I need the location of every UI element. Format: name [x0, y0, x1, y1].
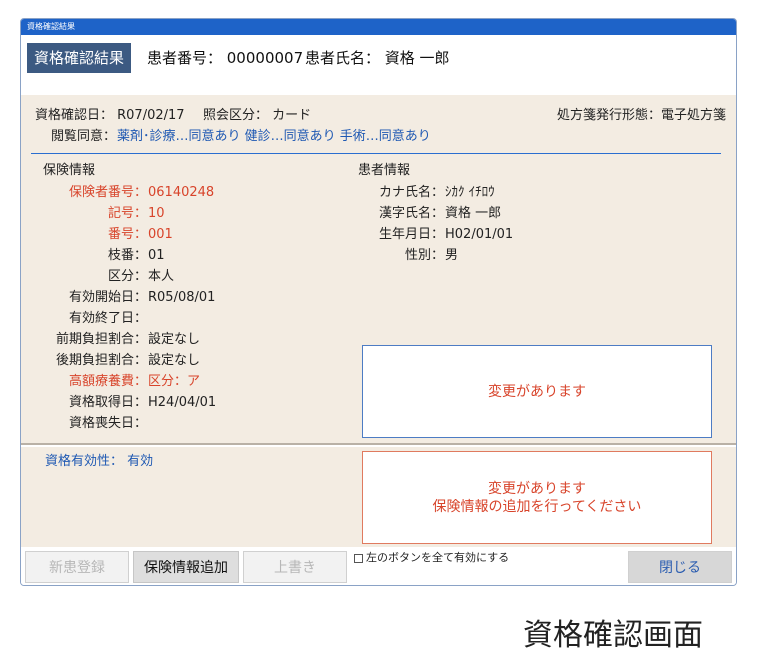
insurance-row-value: H24/04/01: [148, 395, 217, 410]
insurance-row-value: 06140248: [148, 185, 215, 200]
window-titlebar[interactable]: 資格確認結果: [21, 19, 736, 35]
consent-values: 薬剤･診療…同意あり 健診…同意あり 手術…同意あり: [117, 129, 431, 144]
insurance-row-label: 後期負担割合：: [55, 353, 147, 368]
insurance-row-value: 本人: [148, 269, 175, 284]
insurance-row-label: 区分：: [107, 269, 147, 284]
inquiry-type: 照会区分： カード: [203, 108, 312, 123]
insurance-row-value: 区分：ア: [148, 374, 201, 389]
insurance-row-label: 有効終了日：: [68, 311, 147, 326]
change-notice-text: 変更があります: [488, 383, 586, 400]
add-insurance-notice-box: 変更があります 保険情報の追加を行ってください: [362, 451, 712, 544]
insurance-row-value: 001: [148, 227, 173, 242]
patient-heading: 患者情報: [358, 163, 411, 178]
insurance-row-value: 01: [148, 248, 165, 263]
insurance-row-label: 資格喪失日：: [68, 416, 147, 431]
insurance-row-label: 前期負担割合：: [55, 332, 147, 347]
patient-row-label: 性別：: [404, 248, 444, 263]
validity-panel: 資格有効性： 有効 変更があります 保険情報の追加を行ってください: [21, 447, 736, 547]
insurance-row-label: 資格取得日：: [68, 395, 147, 410]
check-date: 資格確認日： R07/02/17: [35, 108, 185, 123]
insurance-row-label: 高額療養費：: [68, 374, 147, 389]
insurance-heading: 保険情報: [43, 163, 96, 178]
consent-label: 閲覧同意：: [51, 129, 117, 144]
prescription-format: 処方箋発行形態：電子処方箋: [556, 108, 726, 123]
patient-row-label: 生年月日：: [378, 227, 444, 242]
insurance-row-value: R05/08/01: [148, 290, 216, 305]
add-insurance-notice-line2: 保険情報の追加を行ってください: [432, 498, 642, 515]
insurance-row-value: 設定なし: [148, 353, 201, 368]
patient-name: 患者氏名： 資格 一郎: [305, 49, 450, 67]
insurance-row-value: 10: [148, 206, 165, 221]
change-notice-box: 変更があります: [362, 345, 712, 438]
overwrite-button[interactable]: 上書き: [243, 551, 347, 583]
validity-status: 資格有効性： 有効: [45, 454, 154, 469]
header: 資格確認結果 患者番号： 00000007 患者氏名： 資格 一郎: [21, 35, 736, 95]
section-divider: [31, 153, 721, 154]
insurance-row-label: 有効開始日：: [68, 290, 147, 305]
patient-row-label: 漢字氏名：: [378, 206, 444, 221]
window-title: 資格確認結果: [27, 22, 75, 31]
new-patient-button[interactable]: 新患登録: [25, 551, 129, 583]
patient-row-value: 男: [445, 248, 459, 263]
add-insurance-notice-line1: 変更があります: [488, 480, 586, 497]
close-button[interactable]: 閉じる: [628, 551, 732, 583]
patient-row-value: H02/01/01: [445, 227, 514, 242]
footer-toolbar: 新患登録 保険情報追加 上書き 左のボタンを全て有効にする 閉じる: [21, 547, 736, 585]
patient-row-label: カナ氏名：: [378, 185, 444, 200]
qualification-result-window: 資格確認結果 資格確認結果 患者番号： 00000007 患者氏名： 資格 一郎…: [20, 18, 737, 586]
insurance-row-label: 番号：: [107, 227, 147, 242]
patient-row-value: 資格 一郎: [445, 206, 502, 221]
screen-caption: 資格確認画面: [523, 618, 703, 653]
enable-all-label: 左のボタンを全て有効にする: [366, 551, 510, 564]
patient-number: 患者番号： 00000007: [147, 49, 304, 67]
insurance-row-label: 保険者番号：: [68, 185, 147, 200]
details-panel: 資格確認日： R07/02/17 照会区分： カード 処方箋発行形態：電子処方箋…: [21, 95, 736, 445]
enable-all-checkbox[interactable]: [354, 553, 363, 563]
add-insurance-button[interactable]: 保険情報追加: [133, 551, 239, 583]
insurance-row-value: 設定なし: [148, 332, 201, 347]
patient-row-value: ｼｶｸ ｲﾁﾛｳ: [445, 185, 495, 200]
insurance-row-label: 枝番：: [107, 248, 147, 263]
result-badge: 資格確認結果: [27, 43, 131, 73]
insurance-row-label: 記号：: [107, 206, 147, 221]
enable-all-checkbox-row[interactable]: 左のボタンを全て有効にする: [354, 551, 509, 565]
